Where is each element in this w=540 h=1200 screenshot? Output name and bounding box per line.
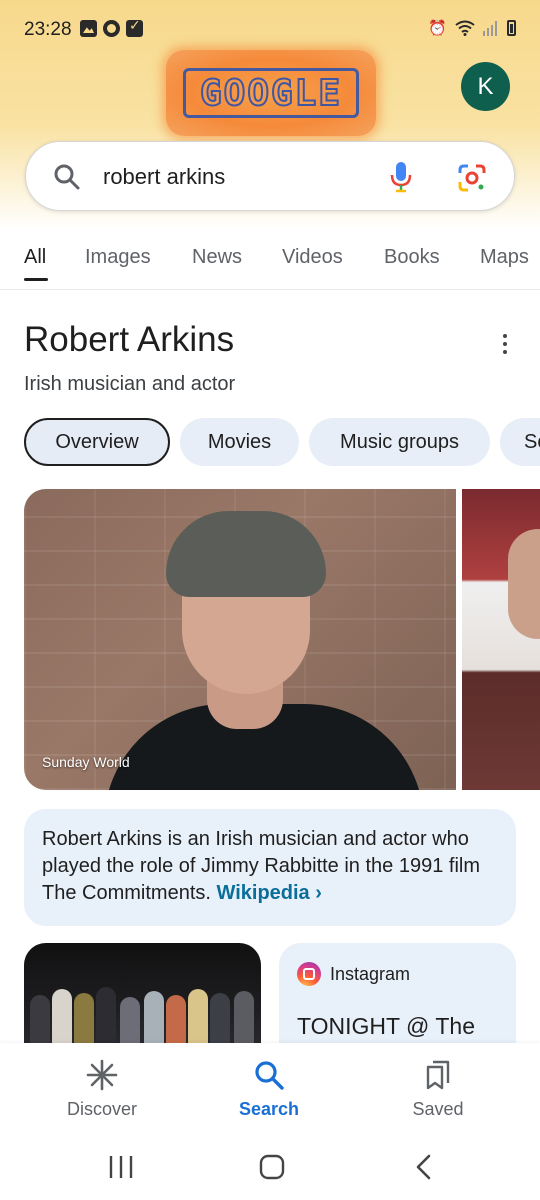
tab-news[interactable]: News (192, 246, 242, 269)
system-navigation-bar (0, 1140, 540, 1200)
knowledge-panel-subtitle: Irish musician and actor (24, 373, 236, 395)
instagram-source: Instagram (330, 964, 411, 984)
photo-credit: Sunday World (42, 754, 130, 770)
nav-discover-label: Discover (66, 1099, 137, 1119)
gallery-icon (80, 20, 97, 37)
chip-music-groups[interactable]: Music groups (309, 418, 490, 466)
status-time: 23:28 (24, 19, 72, 40)
nav-discover[interactable]: Discover (42, 1059, 162, 1120)
instagram-icon (297, 962, 321, 986)
nav-search[interactable]: Search (209, 1059, 329, 1120)
mic-icon[interactable] (388, 161, 414, 193)
status-bar: 23:28 ⏰ (0, 0, 540, 56)
lens-icon[interactable] (457, 163, 487, 193)
search-bar[interactable]: robert arkins (25, 141, 515, 211)
back-icon[interactable] (414, 1154, 434, 1180)
band-photo-card[interactable] (24, 943, 261, 1053)
doodle-frame: GOOGLE (183, 68, 359, 118)
asterisk-icon (86, 1059, 118, 1091)
bookmarks-icon (426, 1060, 450, 1090)
wifi-icon (455, 20, 475, 36)
tab-maps[interactable]: Maps (480, 246, 529, 269)
signal-icon (483, 21, 497, 36)
chip-movies[interactable]: Movies (180, 418, 299, 466)
checkbox-icon (126, 18, 143, 37)
tab-all[interactable]: All (24, 246, 46, 269)
active-tab-indicator (24, 278, 48, 281)
search-icon (54, 164, 80, 190)
circle-app-icon (103, 20, 120, 37)
tab-books[interactable]: Books (384, 246, 440, 269)
avatar-letter: K (477, 72, 494, 100)
chip-overview[interactable]: Overview (24, 418, 170, 466)
doodle-logo-text: GOOGLE (199, 72, 343, 115)
search-input[interactable]: robert arkins (103, 164, 225, 190)
knowledge-panel-title: Robert Arkins (24, 320, 235, 359)
nav-search-label: Search (238, 1099, 300, 1119)
chip-songs[interactable]: So (500, 418, 540, 466)
bottom-navigation: Discover Search Saved (0, 1043, 540, 1140)
secondary-photo[interactable] (462, 489, 540, 790)
nav-saved[interactable]: Saved (378, 1059, 498, 1120)
summary-card: Robert Arkins is an Irish musician and a… (24, 809, 516, 926)
google-doodle[interactable]: GOOGLE (166, 50, 376, 136)
photo-hair (166, 511, 326, 597)
main-photo[interactable]: Sunday World (24, 489, 456, 790)
more-options-icon[interactable] (500, 332, 510, 356)
wikipedia-link[interactable]: Wikipedia › (217, 882, 322, 904)
search-icon (255, 1061, 284, 1090)
alarm-icon: ⏰ (428, 19, 447, 37)
battery-icon (507, 20, 516, 36)
recent-apps-icon[interactable] (108, 1154, 134, 1180)
search-tabs: All Images News Videos Books Maps (0, 232, 540, 290)
instagram-post-text: TONIGHT @ The (297, 1013, 476, 1039)
secondary-photo-face (508, 529, 540, 639)
account-avatar[interactable]: K (461, 62, 510, 111)
tab-images[interactable]: Images (85, 246, 151, 269)
instagram-card[interactable]: Instagram TONIGHT @ The (279, 943, 516, 1053)
tab-videos[interactable]: Videos (282, 246, 343, 269)
nav-saved-label: Saved (412, 1099, 464, 1119)
home-icon[interactable] (259, 1154, 285, 1180)
